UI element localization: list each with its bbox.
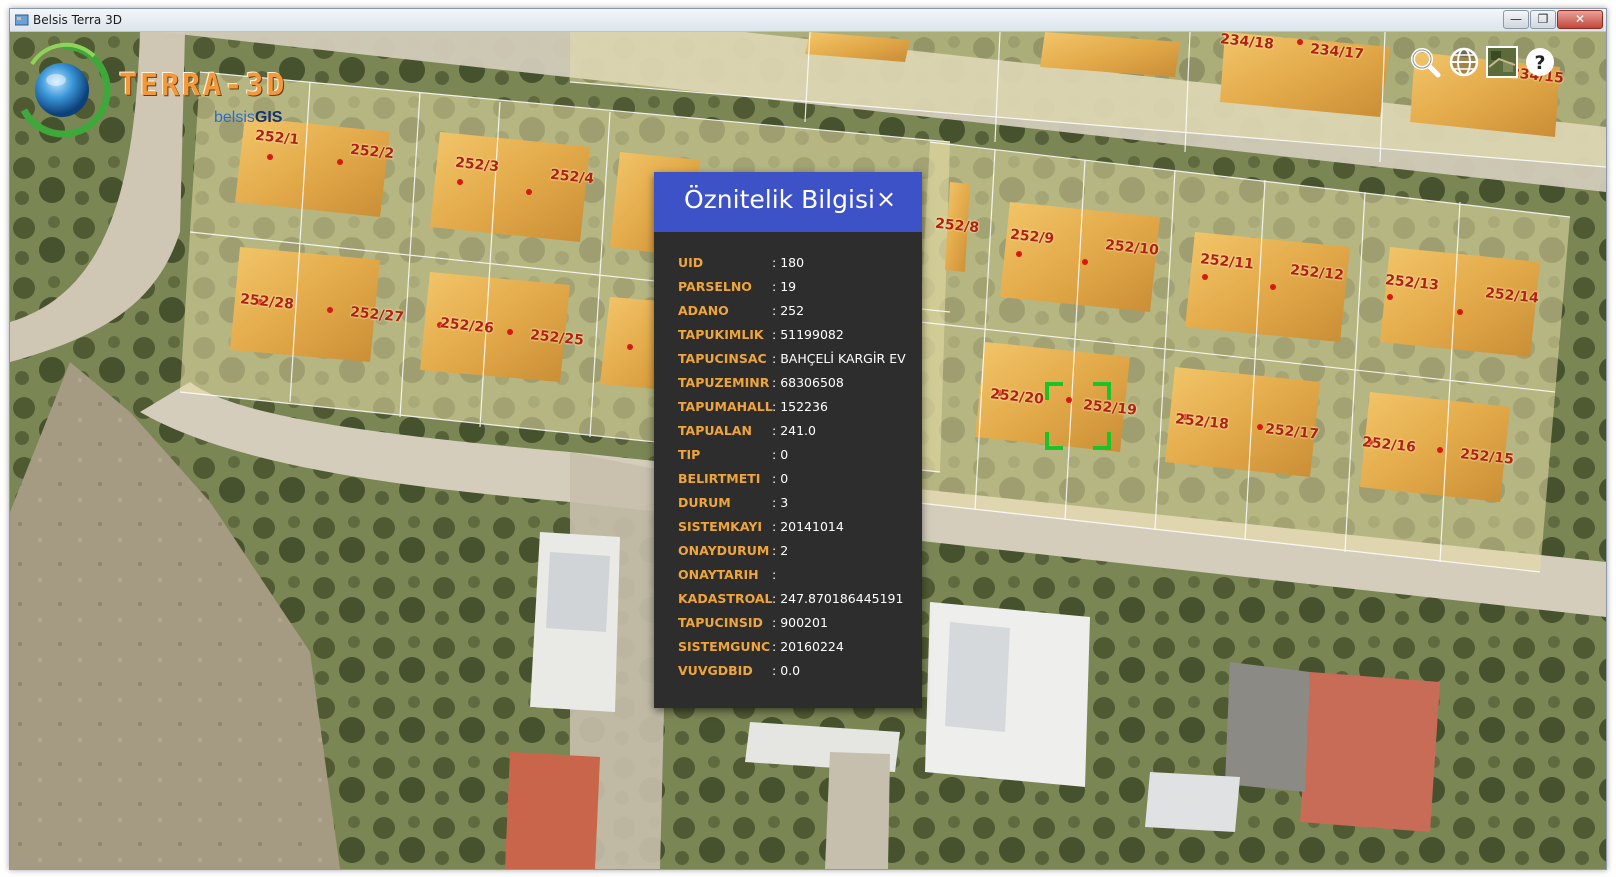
- attribute-row: SISTEMGUNC20160224: [678, 639, 918, 655]
- attribute-key: PARSELNO: [678, 279, 752, 294]
- attribute-key: SISTEMGUNC: [678, 639, 771, 654]
- attribute-row: TAPUZEMINR68306508: [678, 375, 918, 391]
- attribute-key: DURUM: [678, 495, 731, 510]
- logo-subtitle: belsisGIS: [214, 109, 282, 127]
- attribute-key: TAPUMAHALL: [678, 399, 773, 414]
- globe-logo-icon: [20, 42, 111, 138]
- attribute-value: 20160224: [772, 639, 918, 655]
- attribute-value: 2: [772, 543, 918, 559]
- attribute-key: UID: [678, 255, 704, 270]
- help-icon[interactable]: ?: [1523, 45, 1557, 79]
- attribute-value: 0: [772, 471, 918, 487]
- attribute-row: DURUM 3: [678, 495, 918, 511]
- popup-title: Öznitelik Bilgisi: [684, 185, 875, 214]
- logo-brand-text: TERRA-3D: [119, 68, 288, 103]
- attribute-row: TAPUALAN 241.0: [678, 423, 918, 439]
- attribute-value: 0: [772, 447, 918, 463]
- attribute-value: 252: [772, 303, 918, 319]
- app-icon: [15, 14, 29, 26]
- logo-subtitle-suffix: GIS: [254, 109, 283, 126]
- attribute-key: TAPUZEMINR: [678, 375, 770, 390]
- maximize-button[interactable]: ❐: [1530, 10, 1556, 29]
- attribute-value: 0.0: [772, 663, 918, 679]
- globe-icon[interactable]: [1447, 45, 1481, 79]
- attribute-value: BAHÇELİ KARGİR EV: [772, 351, 918, 367]
- attribute-value: 68306508: [772, 375, 918, 391]
- attribute-key: ADANO: [678, 303, 729, 318]
- attribute-key: TIP: [678, 447, 701, 462]
- attribute-key: TAPUALAN: [678, 423, 752, 438]
- search-icon[interactable]: [1408, 45, 1442, 79]
- attribute-key: ONAYDURUM: [678, 543, 770, 558]
- attribute-row: UID 180: [678, 255, 918, 271]
- svg-text:?: ?: [1534, 52, 1545, 74]
- attribute-row: ONAYTARIH: [678, 567, 918, 583]
- close-window-button[interactable]: ✕: [1557, 10, 1603, 29]
- attribute-row: ADANO 252: [678, 303, 918, 319]
- attribute-key: SISTEMKAYI: [678, 519, 763, 534]
- attribute-row: SISTEMKAYI 20141014: [678, 519, 918, 535]
- attribute-row: TIP 0: [678, 447, 918, 463]
- popup-close-icon[interactable]: ×: [876, 185, 896, 213]
- attribute-value: 152236: [772, 399, 918, 415]
- app-logo: TERRA-3D belsisGIS: [14, 38, 304, 142]
- window-title: Belsis Terra 3D: [33, 13, 122, 27]
- attribute-value: 900201: [772, 615, 918, 631]
- attribute-key: VUVGDBID: [678, 663, 753, 678]
- attribute-key: TAPUCINSID: [678, 615, 763, 630]
- attribute-row: BELIRTMETI 0: [678, 471, 918, 487]
- attribute-value: 19: [772, 279, 918, 295]
- title-bar[interactable]: Belsis Terra 3D — ❐ ✕: [10, 9, 1606, 32]
- map-layer-icon[interactable]: [1485, 45, 1519, 79]
- attribute-value: 247.870186445191: [772, 591, 918, 607]
- attribute-row: VUVGDBID 0.0: [678, 663, 918, 679]
- attribute-row: TAPUKIMLIK 51199082: [678, 327, 918, 343]
- logo-subtitle-prefix: belsis: [214, 109, 255, 126]
- attribute-row: TAPUCINSAC BAHÇELİ KARGİR EV: [678, 351, 918, 367]
- attribute-row: TAPUCINSID 900201: [678, 615, 918, 631]
- minimize-button[interactable]: —: [1503, 10, 1529, 29]
- attribute-row: PARSELNO 19: [678, 279, 918, 295]
- attribute-value: 51199082: [772, 327, 918, 343]
- attribute-value: 180: [772, 255, 918, 271]
- attribute-row: ONAYDURUM2: [678, 543, 918, 559]
- attribute-value: 20141014: [772, 519, 918, 535]
- attribute-key: KADASTROAL: [678, 591, 773, 606]
- attribute-value: 3: [772, 495, 918, 511]
- attribute-list: UID 180 PARSELNO 19 ADANO 252 TAPUKIMLIK 511990…: [678, 255, 918, 687]
- attribute-key: ONAYTARIH: [678, 567, 759, 582]
- attribute-key: TAPUKIMLIK: [678, 327, 764, 342]
- attribute-key: BELIRTMETI: [678, 471, 761, 486]
- popup-header: Öznitelik Bilgisi ×: [654, 172, 922, 232]
- attribute-key: TAPUCINSAC: [678, 351, 767, 366]
- app-window: Belsis Terra 3D — ❐ ✕ 252/1 252/2 252/3 …: [9, 8, 1607, 870]
- attribute-row: TAPUMAHALL152236: [678, 399, 918, 415]
- attribute-info-popup: Öznitelik Bilgisi × UID 180 PARSELNO 19 ADAN…: [654, 172, 922, 708]
- attribute-row: KADASTROAL247.870186445191: [678, 591, 918, 607]
- attribute-value: [772, 567, 918, 583]
- attribute-value: 241.0: [772, 423, 918, 439]
